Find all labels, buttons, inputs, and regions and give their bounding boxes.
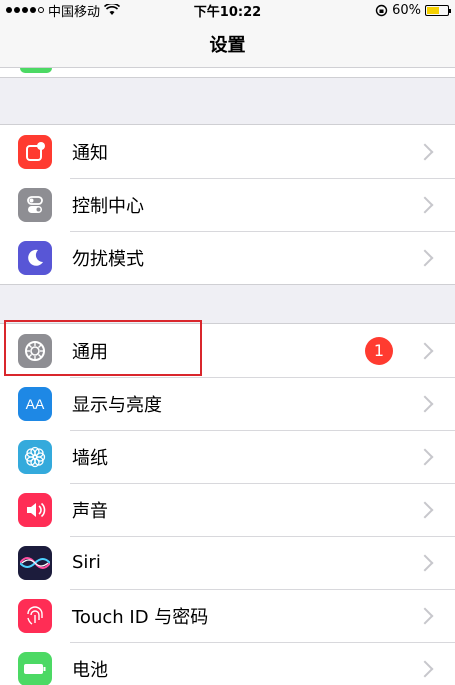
row-label: 勿扰模式 xyxy=(72,248,144,270)
settings-row-do-not-disturb[interactable]: 勿扰模式 xyxy=(0,231,455,284)
page-title: 设置 xyxy=(209,34,246,56)
settings-row-touch-id[interactable]: Touch ID 与密码 xyxy=(0,589,455,642)
partial-list-item[interactable] xyxy=(0,68,455,78)
control-center-icon xyxy=(18,187,52,222)
chevron-right-icon xyxy=(416,501,434,518)
settings-group-1: 通知 控制中心 勿扰模式 xyxy=(0,124,455,285)
gear-icon xyxy=(18,333,52,368)
chevron-right-icon xyxy=(416,607,434,624)
flower-icon xyxy=(18,439,52,474)
settings-row-sounds[interactable]: 声音 xyxy=(0,483,455,536)
carrier-label: 中国移动 xyxy=(48,4,101,20)
status-right: 60% xyxy=(375,2,451,18)
row-label: 电池 xyxy=(72,659,108,681)
siri-icon xyxy=(18,545,52,580)
signal-strength-icon xyxy=(6,7,44,13)
settings-group-2: 通用 1 AA 显示与亮度 墙纸 声音 Siri Touch ID 与密码 电池 xyxy=(0,323,455,685)
row-label: 墙纸 xyxy=(72,447,108,469)
speaker-icon xyxy=(18,492,52,527)
settings-row-general[interactable]: 通用 1 xyxy=(0,324,455,377)
settings-row-notifications[interactable]: 通知 xyxy=(0,125,455,178)
settings-row-display-brightness[interactable]: AA 显示与亮度 xyxy=(0,377,455,430)
battery-icon xyxy=(18,651,52,685)
status-time: 下午10:22 xyxy=(193,4,262,20)
update-badge: 1 xyxy=(365,336,393,365)
display-icon: AA xyxy=(18,386,52,421)
settings-row-control-center[interactable]: 控制中心 xyxy=(0,178,455,231)
moon-icon xyxy=(18,240,52,275)
chevron-right-icon xyxy=(416,395,434,412)
notifications-icon xyxy=(18,134,52,169)
settings-row-wallpaper[interactable]: 墙纸 xyxy=(0,430,455,483)
battery-fill xyxy=(427,6,439,14)
status-bar: 中国移动 下午10:22 60% xyxy=(0,0,455,20)
chevron-right-icon xyxy=(416,196,434,213)
settings-row-siri[interactable]: Siri xyxy=(0,536,455,589)
row-label: 控制中心 xyxy=(72,195,144,217)
settings-row-battery[interactable]: 电池 xyxy=(0,642,455,685)
chevron-right-icon xyxy=(416,342,434,359)
row-label: 通知 xyxy=(72,142,108,164)
row-label: 显示与亮度 xyxy=(72,394,162,416)
chevron-right-icon xyxy=(416,660,434,677)
chevron-right-icon xyxy=(416,249,434,266)
partial-icon xyxy=(20,68,52,73)
display-icon-text: AA xyxy=(25,395,45,412)
status-left: 中国移动 xyxy=(6,1,121,20)
row-label: Touch ID 与密码 xyxy=(72,606,209,628)
rotation-lock-icon xyxy=(375,4,388,16)
battery-percent: 60% xyxy=(392,2,421,18)
wifi-icon xyxy=(104,4,121,15)
chevron-right-icon xyxy=(416,448,434,465)
chevron-right-icon xyxy=(416,554,434,571)
row-label: Siri xyxy=(72,552,101,573)
navigation-bar: 设置 xyxy=(0,20,455,68)
row-label: 声音 xyxy=(72,500,108,522)
fingerprint-icon xyxy=(18,598,52,633)
row-label: 通用 xyxy=(72,341,108,363)
chevron-right-icon xyxy=(416,143,434,160)
battery-indicator-icon xyxy=(425,4,451,16)
